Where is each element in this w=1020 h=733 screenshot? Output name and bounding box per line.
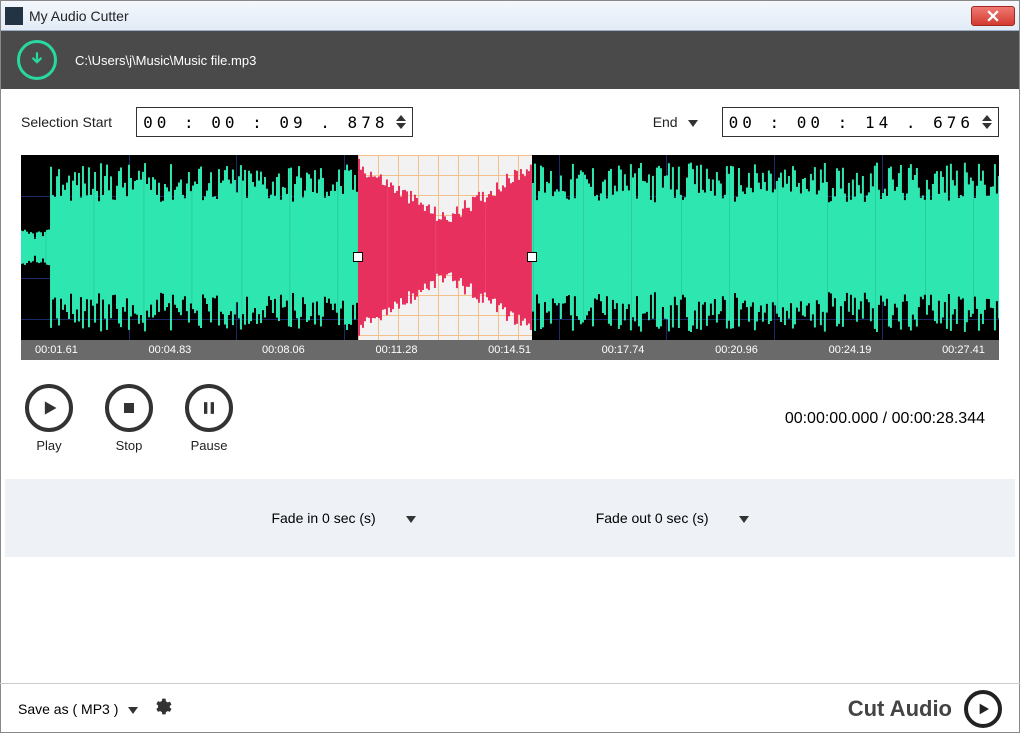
cut-audio-label: Cut Audio: [848, 696, 952, 722]
selection-handle-left[interactable]: [353, 252, 363, 262]
app-icon: [5, 7, 23, 25]
selection-start-input[interactable]: 00 : 00 : 09 . 878: [136, 107, 413, 137]
file-bar: C:\Users\j\Music\Music file.mp3: [1, 31, 1019, 89]
chevron-down-icon: [739, 510, 749, 526]
timeline-tick: 00:14.51: [488, 344, 531, 356]
playback-controls: Play Stop Pause 00:00:00.000 / 00:00:28.…: [1, 360, 1019, 461]
start-spinner-down[interactable]: [396, 123, 406, 129]
selection-end-input[interactable]: 00 : 00 : 14 . 676: [722, 107, 999, 137]
selection-row: Selection Start 00 : 00 : 09 . 878 End 0…: [1, 89, 1019, 155]
cut-audio-button[interactable]: Cut Audio: [848, 690, 1002, 728]
timeline-tick: 00:17.74: [602, 344, 645, 356]
chevron-down-icon: [128, 701, 138, 717]
end-spinner-up[interactable]: [982, 115, 992, 121]
selection-handle-right[interactable]: [527, 252, 537, 262]
load-file-button[interactable]: [17, 40, 57, 80]
close-icon: [987, 10, 999, 22]
end-spinner-down[interactable]: [982, 123, 992, 129]
download-icon: [28, 51, 46, 69]
end-spinner: [982, 115, 992, 129]
file-path: C:\Users\j\Music\Music file.mp3: [75, 53, 256, 68]
selection-start-label: Selection Start: [21, 114, 112, 130]
selection-end-value: 00 : 00 : 14 . 676: [729, 113, 974, 132]
fade-in-dropdown[interactable]: Fade in 0 sec (s): [271, 510, 415, 526]
play-label: Play: [36, 438, 61, 453]
play-button[interactable]: Play: [25, 384, 73, 453]
fade-row: Fade in 0 sec (s) Fade out 0 sec (s): [5, 479, 1015, 557]
timeline-tick: 00:27.41: [942, 344, 985, 356]
fade-in-label: Fade in 0 sec (s): [271, 510, 375, 526]
timeline-tick: 00:01.61: [35, 344, 78, 356]
titlebar: My Audio Cutter: [1, 1, 1019, 31]
pause-icon: [199, 398, 219, 418]
window-title: My Audio Cutter: [29, 8, 971, 24]
timeline-tick: 00:24.19: [829, 344, 872, 356]
gear-icon: [152, 697, 172, 717]
save-as-dropdown[interactable]: Save as ( MP3 ): [18, 701, 138, 717]
arrow-right-icon: [975, 701, 991, 717]
save-as-label: Save as ( MP3 ): [18, 701, 118, 717]
waveform-canvas: [21, 155, 999, 340]
footer: Save as ( MP3 ) Cut Audio: [0, 683, 1020, 733]
timeline-tick: 00:08.06: [262, 344, 305, 356]
play-icon: [39, 398, 59, 418]
start-spinner: [396, 115, 406, 129]
waveform[interactable]: 00:01.61 00:04.83 00:08.06 00:11.28 00:14.51…: [21, 155, 999, 360]
chevron-down-icon: [406, 510, 416, 526]
timeline: 00:01.61 00:04.83 00:08.06 00:11.28 00:14.51…: [21, 340, 999, 360]
stop-icon: [119, 398, 139, 418]
time-readout: 00:00:00.000 / 00:00:28.344: [785, 410, 995, 428]
timeline-tick: 00:04.83: [148, 344, 191, 356]
pause-button[interactable]: Pause: [185, 384, 233, 453]
timeline-tick: 00:11.28: [375, 344, 417, 356]
fade-out-dropdown[interactable]: Fade out 0 sec (s): [596, 510, 749, 526]
pause-label: Pause: [191, 438, 228, 453]
start-spinner-up[interactable]: [396, 115, 406, 121]
settings-button[interactable]: [152, 697, 172, 720]
end-dropdown[interactable]: End: [653, 114, 698, 130]
stop-button[interactable]: Stop: [105, 384, 153, 453]
selection-start-value: 00 : 00 : 09 . 878: [143, 113, 388, 132]
timeline-tick: 00:20.96: [715, 344, 758, 356]
fade-out-label: Fade out 0 sec (s): [596, 510, 709, 526]
close-button[interactable]: [971, 6, 1015, 26]
stop-label: Stop: [116, 438, 143, 453]
